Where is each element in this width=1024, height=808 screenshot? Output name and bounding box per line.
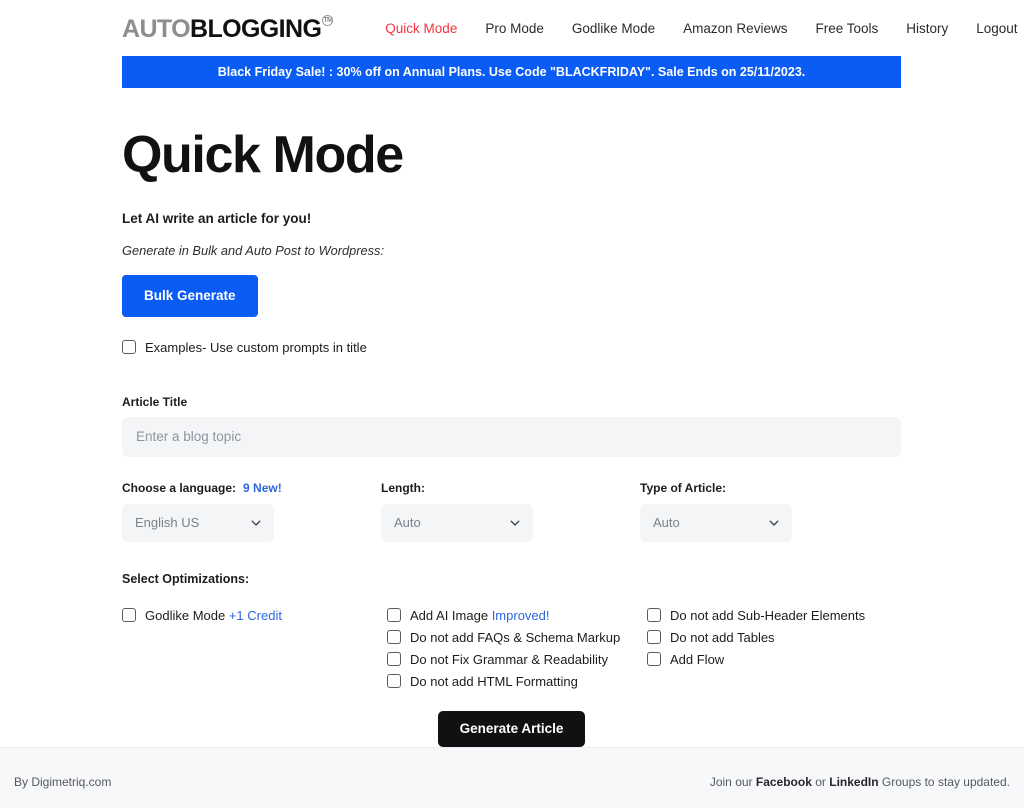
logo-text-auto: AUTO	[122, 14, 191, 43]
checkbox-label: Do not add HTML Formatting	[410, 673, 578, 689]
bulk-generate-note: Generate in Bulk and Auto Post to Wordpr…	[122, 242, 384, 258]
checkbox-label: Add AI Image Improved!	[410, 608, 550, 623]
optimizations-row: Godlike Mode +1 Credit Add AI Image Impr…	[122, 608, 902, 689]
page-subtitle: Let AI write an article for you!	[122, 210, 312, 226]
checkbox-icon[interactable]	[122, 608, 136, 623]
bulk-generate-button[interactable]: Bulk Generate	[122, 274, 258, 317]
article-type-select-wrap: Auto	[640, 503, 792, 542]
optimizations-title: Select Optimizations:	[122, 571, 250, 586]
checkbox-label: Godlike Mode +1 Credit	[145, 608, 282, 623]
article-title-input[interactable]	[122, 416, 901, 457]
site-footer: By Digimetriq.com Join our Facebook or L…	[0, 746, 1024, 808]
checkbox-icon[interactable]	[387, 652, 401, 667]
nav-item-amazon-reviews[interactable]: Amazon Reviews	[683, 21, 787, 36]
optimizations-list-1: Godlike Mode +1 Credit	[122, 608, 387, 623]
article-title-label: Article Title	[122, 394, 188, 409]
checkbox-no-fix-grammar[interactable]: Do not Fix Grammar & Readability	[387, 652, 647, 667]
promo-banner[interactable]: Black Friday Sale! : 30% off on Annual P…	[122, 56, 901, 88]
checkbox-label: Do not add Sub-Header Elements	[670, 607, 866, 623]
checkbox-no-faqs-schema[interactable]: Do not add FAQs & Schema Markup	[387, 630, 647, 645]
checkbox-icon[interactable]	[647, 630, 661, 645]
generate-article-button[interactable]: Generate Article	[437, 710, 586, 747]
checkbox-label: Do not add FAQs & Schema Markup	[410, 629, 621, 645]
examples-checkbox-label: Examples- Use custom prompts in title	[145, 339, 367, 355]
optimizations-list-3: Do not add Sub-Header Elements Do not ad…	[647, 608, 865, 667]
checkbox-icon[interactable]	[647, 608, 661, 623]
article-type-select[interactable]: Auto	[640, 503, 792, 542]
options-select-row: Choose a language: 9 New! English US Len…	[122, 481, 902, 542]
length-select-label: Length:	[381, 480, 425, 495]
trademark-icon: TM	[322, 14, 334, 26]
logo-text-blogging: BLOGGING	[189, 14, 322, 43]
checkbox-label-accent: +1 Credit	[228, 607, 282, 623]
examples-checkbox-row[interactable]: Examples- Use custom prompts in title	[122, 340, 902, 355]
footer-join-mid: or	[811, 775, 830, 790]
language-new-badge[interactable]: 9 New!	[243, 481, 282, 495]
main-content: Quick Mode Let AI write an article for y…	[0, 88, 1024, 747]
checkbox-label-text: Add AI Image	[410, 607, 489, 623]
footer-credit: By Digimetriq.com	[14, 775, 112, 790]
page-title: Quick Mode	[122, 126, 404, 184]
article-type-select-label: Type of Article:	[640, 480, 727, 495]
nav-item-quick-mode[interactable]: Quick Mode	[385, 21, 457, 36]
language-select-label-row: Choose a language: 9 New!	[122, 481, 381, 495]
optimizations-column-3: Do not add Sub-Header Elements Do not ad…	[647, 608, 865, 689]
checkbox-icon[interactable]	[647, 652, 661, 667]
checkbox-add-ai-image[interactable]: Add AI Image Improved!	[387, 608, 647, 623]
nav-item-pro-mode[interactable]: Pro Mode	[485, 21, 544, 36]
length-select-wrap: Auto	[381, 503, 533, 542]
article-type-select-label-row: Type of Article:	[640, 481, 899, 495]
checkbox-icon[interactable]	[387, 608, 401, 623]
optimizations-column-2: Add AI Image Improved! Do not add FAQs &…	[387, 608, 647, 689]
checkbox-icon[interactable]	[387, 630, 401, 645]
article-type-select-column: Type of Article: Auto	[640, 481, 899, 542]
article-title-block: Article Title	[122, 395, 902, 457]
checkbox-icon[interactable]	[122, 340, 136, 355]
optimizations-column-1: Godlike Mode +1 Credit	[122, 608, 387, 689]
site-header: AUTO BLOGGING TM Quick Mode Pro Mode Godli…	[0, 0, 1024, 56]
checkbox-label: Do not add Tables	[670, 629, 775, 645]
length-select-label-row: Length:	[381, 481, 640, 495]
footer-join-prefix: Join our	[709, 775, 756, 790]
footer-join-suffix: Groups to stay updated.	[878, 775, 1010, 790]
checkbox-no-tables[interactable]: Do not add Tables	[647, 630, 865, 645]
checkbox-label: Do not Fix Grammar & Readability	[410, 651, 608, 667]
language-select-wrap: English US	[122, 503, 274, 542]
checkbox-label-accent: Improved!	[491, 607, 550, 623]
checkbox-no-sub-header-elements[interactable]: Do not add Sub-Header Elements	[647, 608, 865, 623]
length-select[interactable]: Auto	[381, 503, 533, 542]
language-select-column: Choose a language: 9 New! English US	[122, 481, 381, 542]
length-select-column: Length: Auto	[381, 481, 640, 542]
footer-linkedin-link[interactable]: LinkedIn	[829, 775, 878, 789]
checkbox-no-html-formatting[interactable]: Do not add HTML Formatting	[387, 674, 647, 689]
site-logo[interactable]: AUTO BLOGGING TM	[122, 14, 334, 43]
app-root: AUTO BLOGGING TM Quick Mode Pro Mode Godli…	[0, 0, 1024, 808]
footer-facebook-link[interactable]: Facebook	[756, 775, 812, 789]
main-navigation: Quick Mode Pro Mode Godlike Mode Amazon …	[385, 21, 1017, 36]
checkbox-add-flow[interactable]: Add Flow	[647, 652, 865, 667]
nav-item-logout[interactable]: Logout	[976, 21, 1017, 36]
generate-button-wrap: Generate Article	[122, 710, 901, 747]
checkbox-label-text: Godlike Mode	[145, 607, 226, 623]
nav-item-godlike-mode[interactable]: Godlike Mode	[572, 21, 655, 36]
nav-item-free-tools[interactable]: Free Tools	[815, 21, 878, 36]
checkbox-label: Add Flow	[670, 651, 725, 667]
language-select[interactable]: English US	[122, 503, 274, 542]
nav-item-history[interactable]: History	[906, 21, 948, 36]
checkbox-godlike-mode[interactable]: Godlike Mode +1 Credit	[122, 608, 387, 623]
language-select-label: Choose a language:	[122, 480, 237, 495]
optimizations-list-2: Add AI Image Improved! Do not add FAQs &…	[387, 608, 647, 689]
checkbox-icon[interactable]	[387, 674, 401, 689]
footer-social-text: Join our Facebook or LinkedIn Groups to …	[710, 775, 1010, 789]
